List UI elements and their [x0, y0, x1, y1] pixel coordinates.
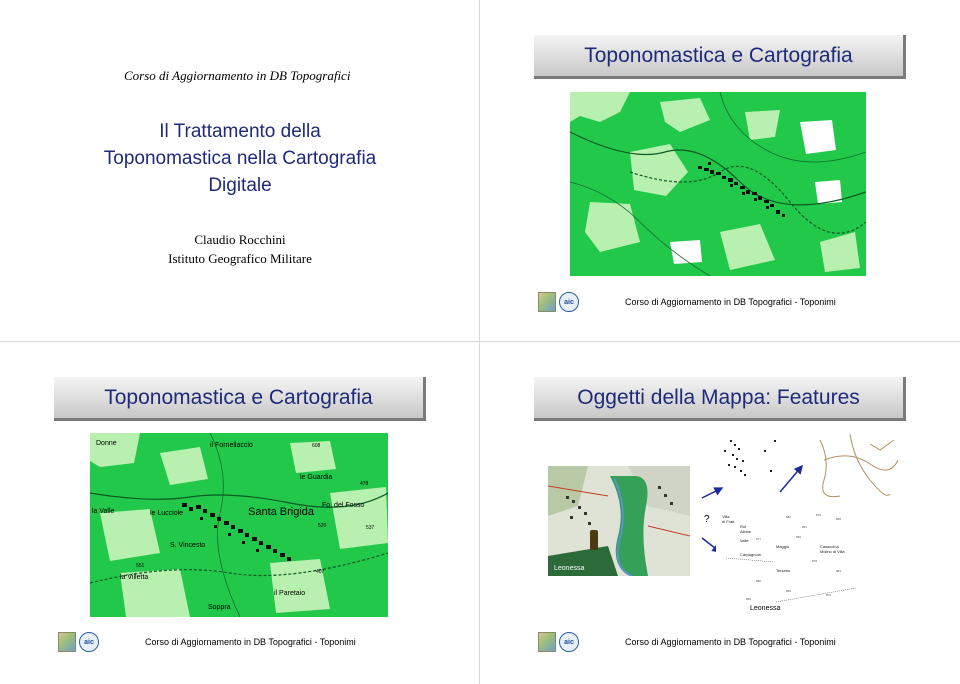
svg-text:860: 860: [746, 597, 751, 601]
svg-text:876: 876: [816, 513, 821, 517]
slide-footer: aic Corso di Aggiornamento in DB Topogra…: [538, 292, 836, 312]
course-header: Corso di Aggiornamento in DB Topografici: [124, 68, 351, 83]
question-mark: ?: [704, 514, 710, 525]
svg-text:884: 884: [836, 569, 841, 573]
height-608: 608: [312, 443, 321, 449]
presentation-title: Il Trattamento della Toponomastica nella…: [30, 118, 450, 199]
label-santa-brigida: Santa Brigida: [248, 506, 315, 518]
svg-text:866: 866: [786, 589, 791, 593]
topographic-map: [570, 92, 866, 276]
map-logo-icon: [538, 292, 556, 312]
text-fragment-8: Molino di Villa: [820, 549, 845, 554]
slide-3: Toponomastica e Cartografia Donne il For…: [0, 342, 480, 684]
author-institute: Istituto Geografico Militare: [168, 251, 312, 266]
text-fragment-10: Terzano: [776, 568, 791, 573]
footer-text: Corso di Aggiornamento in DB Topografici…: [625, 297, 836, 307]
text-fragment-5: Valle: [740, 538, 749, 543]
slide-4: Oggetti della Mappa: Features Leonessa ?…: [480, 342, 960, 684]
label-leonessa-text: Leonessa: [750, 605, 780, 612]
slide-title: Toponomastica e Cartografia: [54, 377, 426, 421]
svg-text:886: 886: [756, 579, 761, 583]
map-logo-icon: [58, 632, 76, 652]
label-valle: la Valle: [92, 508, 115, 515]
svg-text:899: 899: [796, 535, 801, 539]
label-villetta: la Villetta: [120, 574, 148, 581]
label-lucciole: le Lucciole: [150, 510, 183, 517]
point-features: [724, 440, 776, 476]
svg-text:872: 872: [826, 593, 831, 597]
height-407: 407: [316, 569, 325, 575]
footer-text: Corso di Aggiornamento in DB Topografici…: [625, 637, 836, 647]
label-sopprao: Soppra: [208, 604, 231, 611]
label-guardia: le Guardia: [300, 474, 332, 481]
slide-footer: aic Corso di Aggiornamento in DB Topogra…: [538, 632, 836, 652]
aic-logo-icon: aic: [559, 292, 579, 312]
slide-footer: aic Corso di Aggiornamento in DB Topogra…: [58, 632, 356, 652]
slide-2: Toponomastica e Cartografia aic Corso di…: [480, 0, 960, 342]
svg-text:878: 878: [812, 559, 817, 563]
label-fornellaccio: il Fornellaccio: [210, 442, 253, 449]
label-fosso: Fo. del Fosso: [322, 502, 365, 509]
label-leonessa-photo: Leonessa: [554, 565, 584, 572]
svg-text:868: 868: [836, 517, 841, 521]
text-fragment-9: Carpagnola: [740, 552, 761, 557]
slide-1: Corso di Aggiornamento in DB Topografici…: [0, 0, 480, 342]
slide-title: Oggetti della Mappa: Features: [534, 377, 906, 421]
aic-logo-icon: aic: [559, 632, 579, 652]
height-478: 478: [360, 481, 369, 487]
footer-text: Corso di Aggiornamento in DB Topografici…: [145, 637, 356, 647]
satellite-map: Leonessa: [548, 466, 690, 576]
title-line-3: Digitale: [208, 175, 272, 196]
map-logo-icon: [538, 632, 556, 652]
line-features: [819, 433, 899, 498]
svg-text:877: 877: [756, 537, 761, 541]
label-donne: Donne: [96, 440, 117, 447]
height-520: 520: [318, 523, 327, 529]
height-551: 551: [136, 563, 145, 569]
slide-title: Toponomastica e Cartografia: [534, 35, 906, 79]
label-vincesto: S. Vincesto: [170, 542, 205, 549]
svg-text:891: 891: [802, 525, 807, 529]
text-fragment-4: Albine: [740, 529, 752, 534]
title-line-1: Il Trattamento della: [159, 121, 321, 142]
svg-text:882: 882: [786, 515, 791, 519]
author-name: Claudio Rocchini: [194, 232, 286, 247]
height-537: 537: [366, 525, 375, 531]
topographic-map-labeled: Donne il Fornellaccio le Guardia la Vall…: [90, 433, 388, 617]
label-paretaio: il Paretaio: [274, 590, 305, 597]
text-fragment-6: Maggio: [776, 544, 790, 549]
author-block: Claudio Rocchini Istituto Geografico Mil…: [90, 230, 390, 268]
text-fragment-2: di Fratt: [722, 519, 735, 524]
title-line-2: Toponomastica nella Cartografia: [103, 148, 377, 169]
text-features: Villa di Fratt Ruf Albine Valle Maggio C…: [716, 512, 866, 622]
aic-logo-icon: aic: [79, 632, 99, 652]
